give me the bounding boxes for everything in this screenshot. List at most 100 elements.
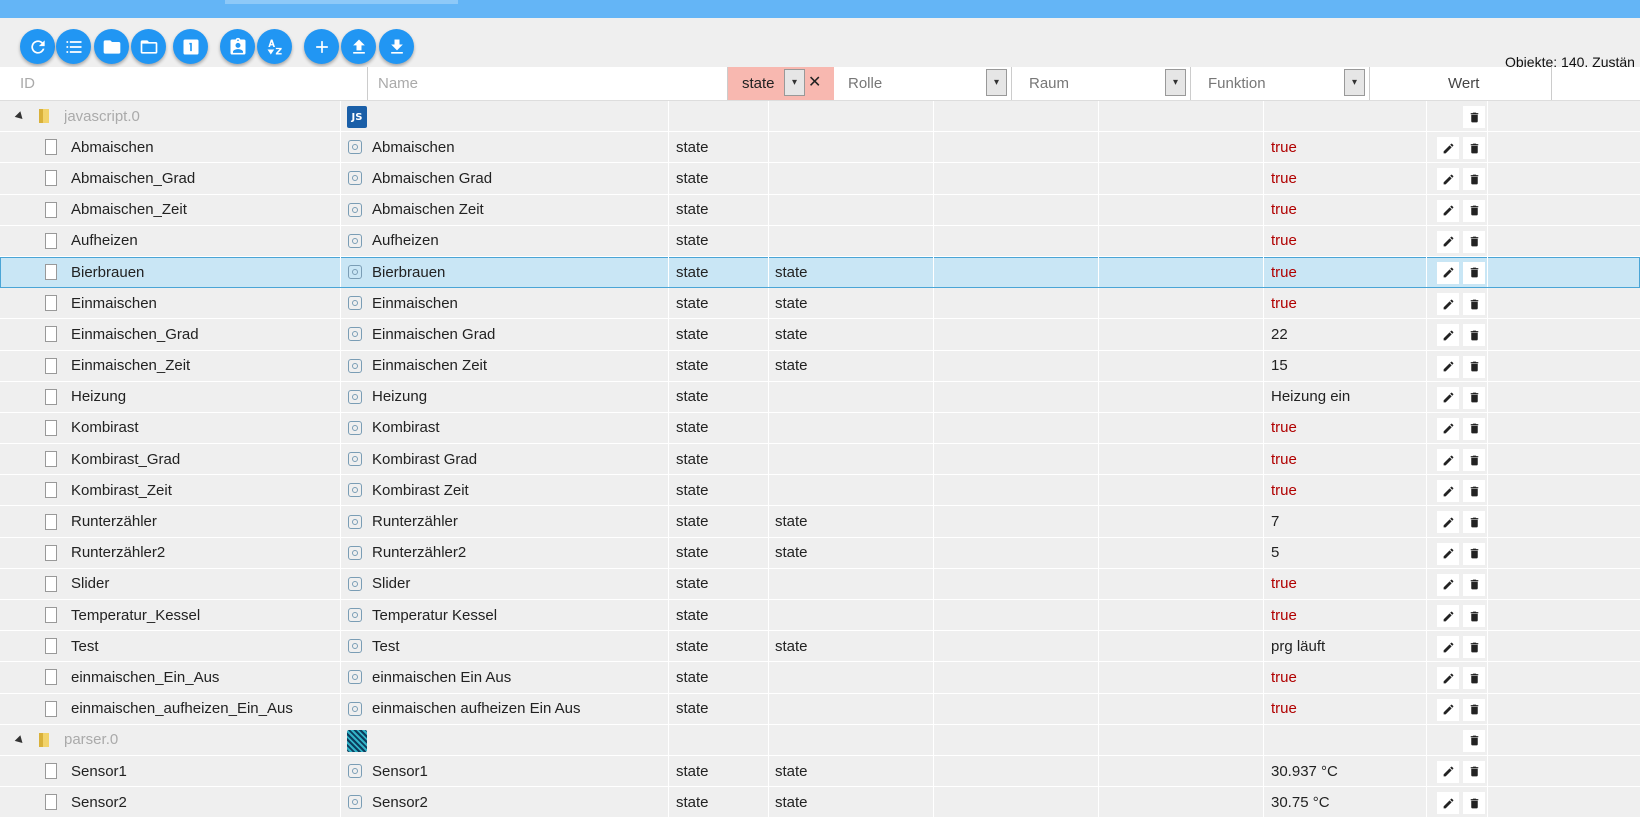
delete-button[interactable]	[1463, 605, 1485, 627]
table-row[interactable]: Runterzähler2 Runterzähler2 state state 5	[0, 537, 1640, 569]
object-value[interactable]: true	[1271, 413, 1411, 443]
edit-button[interactable]	[1437, 573, 1459, 596]
object-value[interactable]: true	[1271, 694, 1411, 724]
object-value[interactable]: Heizung ein	[1271, 382, 1411, 412]
edit-button[interactable]	[1437, 542, 1459, 565]
list-view-button[interactable]	[56, 29, 91, 64]
id-filter-input[interactable]	[10, 67, 367, 100]
edit-button[interactable]	[1437, 168, 1459, 191]
edit-button[interactable]	[1437, 605, 1459, 627]
table-row[interactable]: Aufheizen Aufheizen state true	[0, 225, 1640, 257]
table-row[interactable]: Sensor2 Sensor2 state state 30.75 °C	[0, 787, 1640, 818]
delete-button[interactable]	[1463, 386, 1485, 409]
object-value[interactable]: 15	[1271, 351, 1411, 381]
table-row[interactable]: Runterzähler Runterzähler state state 7	[0, 506, 1640, 538]
delete-button[interactable]	[1463, 261, 1485, 284]
edit-button[interactable]	[1437, 449, 1459, 472]
table-row[interactable]: Kombirast Kombirast state true	[0, 412, 1640, 445]
object-value[interactable]: true	[1271, 600, 1411, 630]
delete-button[interactable]	[1463, 698, 1485, 721]
expand-triangle-icon[interactable]	[14, 111, 26, 122]
edit-button[interactable]	[1437, 355, 1459, 378]
clear-filter-icon[interactable]: ✕	[808, 72, 821, 91]
object-value[interactable]: 30.75 °C	[1271, 787, 1411, 817]
delete-button[interactable]	[1463, 293, 1485, 316]
delete-button[interactable]	[1463, 573, 1485, 596]
table-row[interactable]: Kombirast_Zeit Kombirast Zeit state true	[0, 475, 1640, 507]
delete-button[interactable]	[1463, 168, 1485, 191]
download-button[interactable]	[379, 29, 414, 64]
object-value[interactable]: 22	[1271, 319, 1411, 349]
delete-button[interactable]	[1463, 230, 1485, 253]
object-value[interactable]: true	[1271, 288, 1411, 318]
expand-level-button[interactable]	[173, 29, 208, 64]
group-row[interactable]: parser.0	[0, 724, 1640, 756]
table-row[interactable]: Einmaischen_Zeit Einmaischen Zeit state sta…	[0, 350, 1640, 382]
object-value[interactable]: true	[1271, 163, 1411, 193]
table-row[interactable]: Slider Slider state true	[0, 568, 1640, 600]
edit-button[interactable]	[1437, 324, 1459, 347]
object-value[interactable]: 5	[1271, 538, 1411, 568]
refresh-button[interactable]	[20, 29, 55, 64]
edit-button[interactable]	[1437, 386, 1459, 409]
edit-button[interactable]	[1437, 417, 1459, 440]
object-value[interactable]: true	[1271, 444, 1411, 474]
table-row[interactable]: Sensor1 Sensor1 state state 30.937 °C	[0, 755, 1640, 788]
edit-button[interactable]	[1437, 760, 1459, 783]
expand-triangle-icon[interactable]	[14, 734, 26, 746]
delete-button[interactable]	[1463, 792, 1485, 815]
edit-button[interactable]	[1437, 667, 1459, 690]
object-value[interactable]: true	[1271, 662, 1411, 692]
type-filter[interactable]: state ▾ ✕	[728, 67, 834, 100]
table-row[interactable]: Temperatur_Kessel Temperatur Kessel state t…	[0, 600, 1640, 632]
object-value[interactable]: true	[1271, 132, 1411, 162]
edit-button[interactable]	[1437, 698, 1459, 721]
table-row[interactable]: Test Test state state prg läuft	[0, 631, 1640, 663]
delete-button[interactable]	[1463, 636, 1485, 659]
object-value[interactable]: true	[1271, 226, 1411, 256]
table-row[interactable]: einmaischen_Ein_Aus einmaischen Ein Aus st…	[0, 662, 1640, 694]
delete-button[interactable]	[1463, 137, 1485, 160]
type-filter-dropdown[interactable]: ▾	[784, 69, 805, 96]
table-row[interactable]: Abmaischen_Grad Abmaischen Grad state true	[0, 163, 1640, 195]
edit-button[interactable]	[1437, 137, 1459, 160]
custom-settings-button[interactable]	[220, 29, 255, 64]
delete-button[interactable]	[1463, 355, 1485, 378]
add-object-button[interactable]	[304, 29, 339, 64]
edit-button[interactable]	[1437, 293, 1459, 316]
table-row[interactable]: Abmaischen_Zeit Abmaischen Zeit state true	[0, 194, 1640, 226]
edit-button[interactable]	[1437, 511, 1459, 534]
group-row[interactable]: javascript.0 JS	[0, 101, 1640, 133]
delete-button[interactable]	[1463, 480, 1485, 503]
object-value[interactable]: 7	[1271, 506, 1411, 536]
collapse-folders-button[interactable]	[94, 29, 129, 64]
sort-az-button[interactable]	[257, 29, 292, 64]
edit-button[interactable]	[1437, 792, 1459, 815]
room-filter[interactable]: Raum ▾	[1013, 67, 1191, 100]
edit-button[interactable]	[1437, 480, 1459, 503]
delete-button[interactable]	[1463, 199, 1485, 222]
object-value[interactable]: true	[1271, 195, 1411, 225]
room-filter-dropdown[interactable]: ▾	[1165, 69, 1186, 96]
delete-button[interactable]	[1463, 511, 1485, 534]
delete-button[interactable]	[1463, 729, 1485, 752]
edit-button[interactable]	[1437, 261, 1459, 284]
role-filter-dropdown[interactable]: ▾	[986, 69, 1007, 96]
delete-button[interactable]	[1463, 667, 1485, 690]
role-filter[interactable]: Rolle ▾	[834, 67, 1012, 100]
table-row[interactable]: Heizung Heizung state Heizung ein	[0, 381, 1640, 413]
function-filter[interactable]: Funktion ▾	[1192, 67, 1370, 100]
edit-button[interactable]	[1437, 230, 1459, 253]
table-row[interactable]: Abmaischen Abmaischen state true	[0, 132, 1640, 164]
object-value[interactable]: true	[1271, 475, 1411, 505]
table-row[interactable]: Einmaischen_Grad Einmaischen Grad state sta…	[0, 319, 1640, 351]
object-value[interactable]: prg läuft	[1271, 631, 1411, 661]
table-row[interactable]: Einmaischen Einmaischen state state true	[0, 288, 1640, 320]
object-value[interactable]: true	[1271, 257, 1411, 287]
object-value[interactable]: true	[1271, 569, 1411, 599]
table-row[interactable]: einmaischen_aufheizen_Ein_Aus einmaischen…	[0, 693, 1640, 725]
expand-folders-button[interactable]	[131, 29, 166, 64]
function-filter-dropdown[interactable]: ▾	[1344, 69, 1365, 96]
delete-button[interactable]	[1463, 106, 1485, 128]
object-value[interactable]: 30.937 °C	[1271, 756, 1411, 786]
